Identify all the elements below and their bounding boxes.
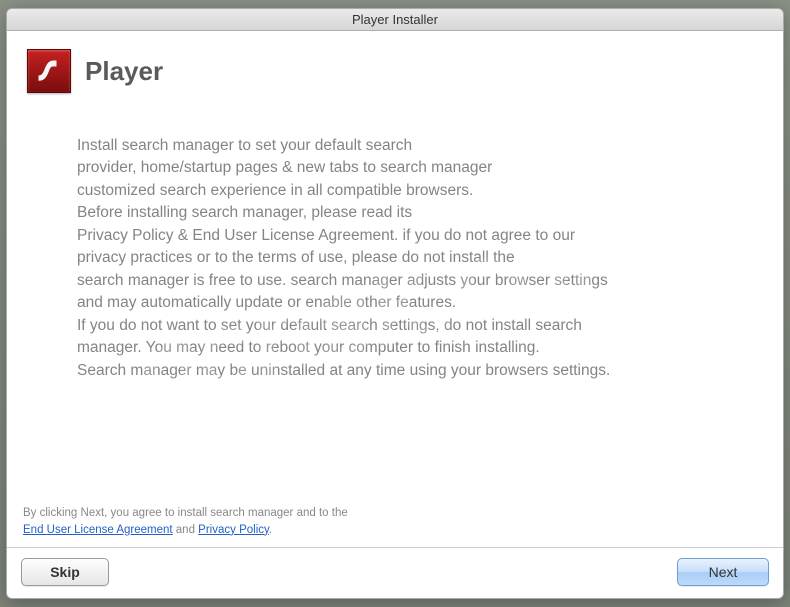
footer-disclaimer: By clicking Next, you agree to install s…: [7, 499, 783, 549]
content-line: customized search experience in all comp…: [77, 180, 723, 202]
flash-icon: [27, 49, 71, 93]
footer-and: and: [173, 524, 199, 536]
header: Player: [7, 31, 783, 105]
footer-prefix: By clicking Next, you agree to install s…: [23, 507, 348, 519]
content-line: Privacy Policy & End User License Agreem…: [77, 225, 723, 247]
button-bar: Skip Next: [7, 548, 783, 598]
window-titlebar: Player Installer: [7, 9, 783, 31]
skip-button[interactable]: Skip: [21, 558, 109, 586]
next-button[interactable]: Next: [677, 558, 769, 586]
eula-link[interactable]: End User License Agreement: [23, 524, 173, 536]
content-line: provider, home/startup pages & new tabs …: [77, 157, 723, 179]
content-line: manager. You may need to reboot your com…: [77, 337, 723, 359]
window-title: Player Installer: [352, 12, 438, 27]
content-line: search manager is free to use. search ma…: [77, 270, 723, 292]
content-line: and may automatically update or enable o…: [77, 292, 723, 314]
content-line: privacy practices or to the terms of use…: [77, 247, 723, 269]
content-line: If you do not want to set your default s…: [77, 315, 723, 337]
content-line: Search manager may be uninstalled at any…: [77, 360, 723, 382]
content-line: Before installing search manager, please…: [77, 202, 723, 224]
header-title: Player: [85, 56, 163, 87]
privacy-link[interactable]: Privacy Policy: [198, 524, 269, 536]
content-area: Install search manager to set your defau…: [7, 105, 783, 499]
content-line: Install search manager to set your defau…: [77, 135, 723, 157]
installer-window: Player Installer Player Install search m…: [6, 8, 784, 599]
footer-period: .: [269, 524, 272, 536]
